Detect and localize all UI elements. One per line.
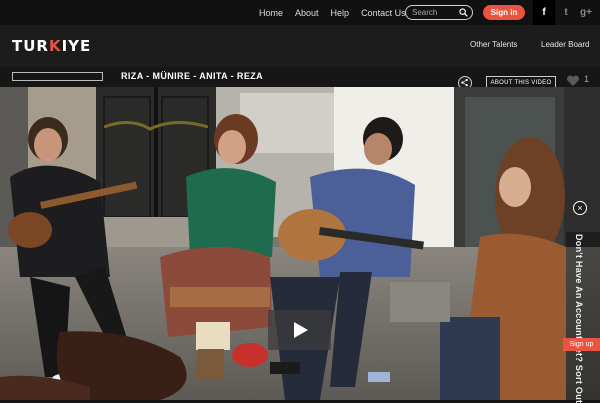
play-button[interactable] [268, 310, 331, 350]
heart-icon[interactable] [566, 75, 580, 87]
logo-text-k: K [48, 37, 62, 55]
search-box [405, 5, 473, 20]
nav-contact-link[interactable]: Contact Us [361, 8, 406, 18]
top-nav: Home About Help Contact Us [259, 0, 418, 25]
site-logo[interactable]: TURKIYE [12, 37, 91, 55]
video-info-bar: RIZA - MÜNIRE - ANITA - REZA ABOUT THIS … [0, 67, 600, 90]
nav-about-link[interactable]: About [295, 8, 319, 18]
like-count: 1 [584, 74, 590, 84]
video-frame-image [0, 87, 600, 400]
logo-text-start: TUR [12, 37, 49, 55]
sign-up-button[interactable]: Sign up [563, 338, 600, 351]
nav-leader-board[interactable]: Leader Board [541, 40, 589, 49]
signup-prompt-panel: Don't Have An Account Yet? Sort Out [566, 232, 600, 403]
close-icon[interactable]: × [573, 201, 587, 215]
signup-prompt-text: Don't Have An Account Yet? Sort Out [574, 234, 584, 403]
search-input[interactable] [412, 7, 456, 18]
video-player[interactable] [0, 87, 600, 400]
sign-in-button[interactable]: Sign in [483, 5, 525, 20]
tumblr-icon[interactable]: t [555, 0, 577, 25]
site-header: TURKIYE Other Talents Leader Board [0, 25, 600, 67]
search-icon[interactable] [459, 8, 468, 17]
logo-text-end: IYE [61, 37, 92, 55]
video-tag-box [12, 72, 103, 81]
google-plus-icon[interactable]: g+ [575, 0, 597, 25]
video-title: RIZA - MÜNIRE - ANITA - REZA [121, 71, 264, 81]
facebook-icon[interactable]: f [533, 0, 555, 25]
nav-help-link[interactable]: Help [331, 8, 350, 18]
nav-home-link[interactable]: Home [259, 8, 283, 18]
top-bar: Home About Help Contact Us Sign in f t g… [0, 0, 600, 25]
nav-other-talents[interactable]: Other Talents [470, 40, 517, 49]
